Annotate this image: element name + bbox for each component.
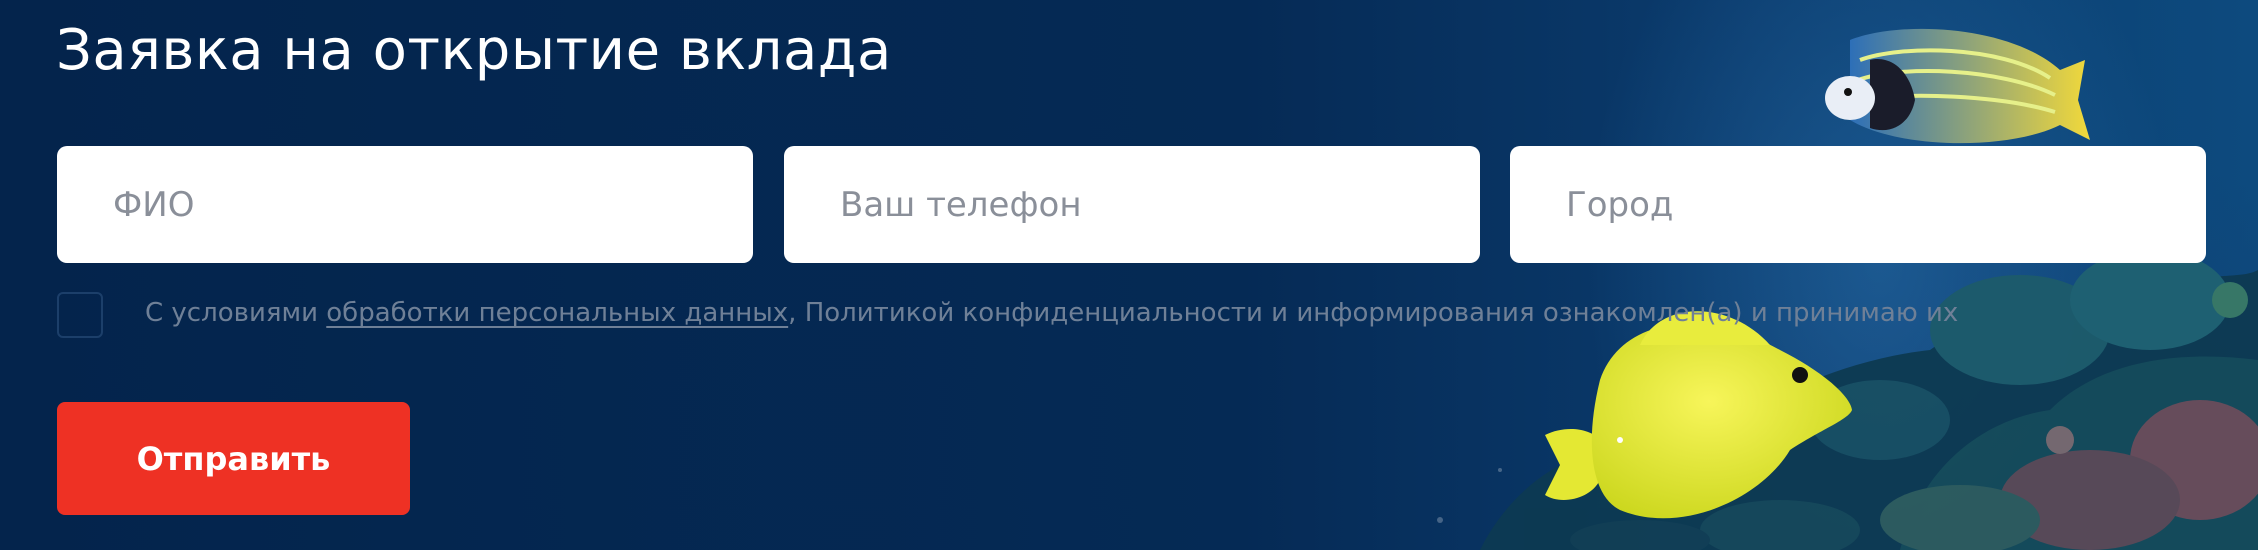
city-input[interactable] bbox=[1510, 146, 2206, 263]
consent-suffix: , Политикой конфиденциальности и информи… bbox=[788, 298, 1959, 328]
consent-text: С условиями обработки персональных данны… bbox=[145, 298, 1958, 328]
consent-prefix: С условиями bbox=[145, 298, 327, 328]
personal-data-link[interactable]: обработки персональных данных bbox=[326, 298, 788, 328]
submit-button[interactable]: Отправить bbox=[57, 402, 410, 515]
consent-checkbox[interactable] bbox=[57, 292, 103, 338]
full-name-input[interactable] bbox=[57, 146, 753, 263]
phone-input[interactable] bbox=[784, 146, 1480, 263]
page-title: Заявка на открытие вклада bbox=[56, 18, 892, 83]
angelfish bbox=[1825, 28, 2090, 144]
deposit-request-banner: Заявка на открытие вклада С условиями об… bbox=[0, 0, 2258, 550]
